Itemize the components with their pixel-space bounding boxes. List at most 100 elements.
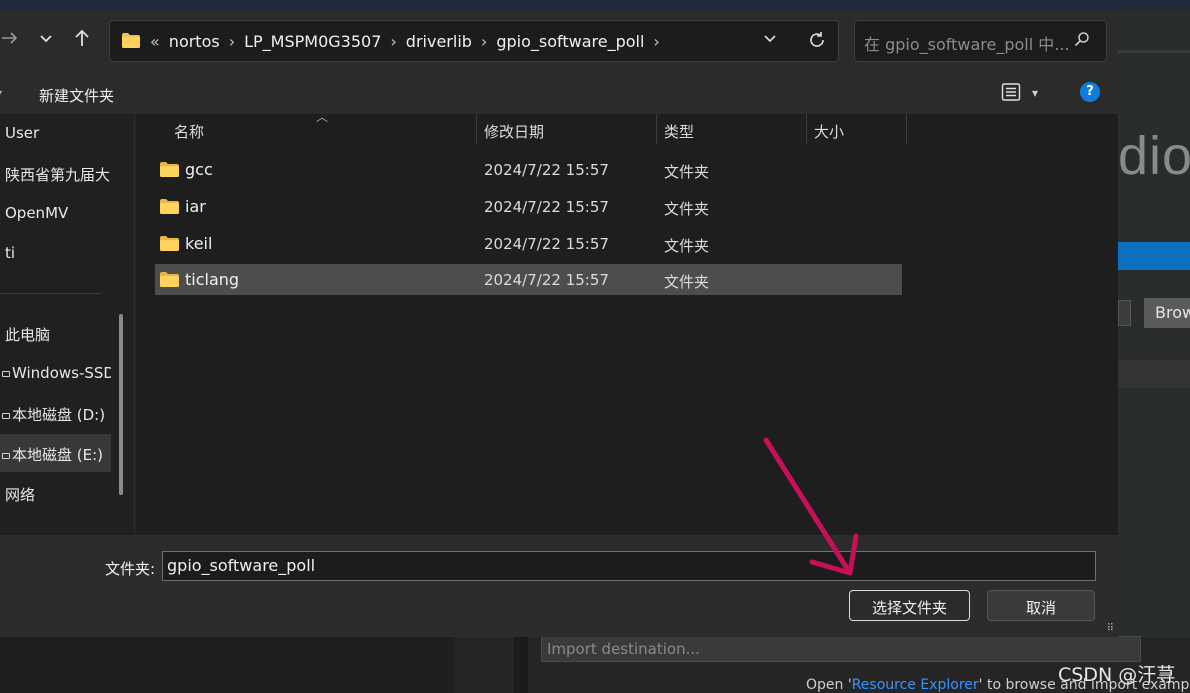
sidebar-item-ti[interactable]: ti: [0, 234, 111, 272]
background-app: [1118, 0, 1190, 693]
pane-divider[interactable]: [134, 114, 135, 535]
column-divider[interactable]: [806, 114, 807, 144]
up-arrow-icon[interactable]: [70, 28, 94, 52]
background-bottom-divider: [452, 637, 454, 693]
organize-dropdown-caret-icon[interactable]: ▾: [0, 86, 2, 100]
navigation-pane: User 陕西省第九届大 OpenMV ti 此电脑 Windows-SSD 本…: [0, 114, 134, 535]
view-dropdown-caret-icon[interactable]: ▾: [1032, 86, 1038, 100]
sidebar-item-folder[interactable]: 陕西省第九届大: [0, 154, 111, 192]
file-modified: 2024/7/22 15:57: [484, 235, 609, 253]
dialog-toolbar: ▾ 新建文件夹 ▾ ?: [0, 74, 1118, 114]
column-header-size[interactable]: 大小: [814, 114, 844, 144]
breadcrumb-item[interactable]: nortos: [162, 32, 227, 51]
sidebar-item-label: 网络: [5, 486, 36, 504]
file-modified: 2024/7/22 15:57: [484, 198, 609, 216]
background-title: dio: [1118, 126, 1190, 186]
select-folder-button[interactable]: 选择文件夹: [849, 590, 970, 621]
breadcrumb: « nortos › LP_MSPM0G3507 › driverlib › g…: [148, 32, 662, 51]
table-row[interactable]: gcc 2024/7/22 15:57 文件夹: [155, 154, 902, 185]
sidebar-item-drive-d[interactable]: 本地磁盘 (D:): [0, 394, 111, 432]
resize-grip-icon[interactable]: ⠿: [1107, 623, 1114, 634]
file-type: 文件夹: [664, 200, 710, 218]
background-input[interactable]: [1118, 300, 1131, 326]
dialog-footer: 文件夹: gpio_software_poll 选择文件夹 取消 ⠿: [0, 535, 1118, 637]
breadcrumb-separator[interactable]: ›: [388, 32, 398, 51]
column-header-modified[interactable]: 修改日期: [484, 114, 544, 144]
file-name: gcc: [185, 160, 213, 179]
background-progress-bar: [1118, 242, 1190, 270]
help-icon[interactable]: ?: [1080, 82, 1100, 102]
file-name: keil: [185, 234, 213, 253]
sidebar-item-label: 本地磁盘 (E:): [12, 446, 104, 464]
file-name: iar: [185, 197, 206, 216]
sort-ascending-icon: ︿: [316, 110, 329, 124]
breadcrumb-item[interactable]: LP_MSPM0G3507: [237, 32, 388, 51]
column-divider[interactable]: [906, 114, 907, 144]
sidebar-item-drive-e[interactable]: 本地磁盘 (E:): [0, 434, 111, 472]
forward-arrow-icon[interactable]: [0, 28, 22, 52]
recent-locations-chevron-icon[interactable]: [34, 28, 58, 52]
sidebar-item-label: Windows-SSD: [12, 364, 111, 382]
address-bar[interactable]: « nortos › LP_MSPM0G3507 › driverlib › g…: [109, 20, 839, 62]
breadcrumb-item[interactable]: driverlib: [399, 32, 479, 51]
background-bottom-mid: [514, 637, 528, 693]
background-bottom-left: [0, 637, 452, 693]
file-modified: 2024/7/22 15:57: [484, 161, 609, 179]
breadcrumb-separator[interactable]: ›: [479, 32, 489, 51]
title-strip: [0, 0, 1118, 10]
table-row[interactable]: iar 2024/7/22 15:57 文件夹: [155, 191, 902, 222]
open-prefix: Open ': [806, 677, 852, 693]
sidebar-item-openmv[interactable]: OpenMV: [0, 194, 111, 232]
breadcrumb-separator[interactable]: ›: [651, 32, 661, 51]
folder-icon: [121, 32, 141, 53]
background-panel: [1118, 360, 1190, 388]
breadcrumb-separator[interactable]: ›: [227, 32, 237, 51]
search-input[interactable]: 在 gpio_software_poll 中...: [854, 20, 1107, 62]
drive-icon: [2, 413, 10, 419]
search-placeholder: 在 gpio_software_poll 中...: [864, 35, 1070, 54]
sidebar-item-label: 本地磁盘 (D:): [12, 406, 106, 424]
column-divider[interactable]: [476, 114, 477, 144]
sidebar-divider: [0, 293, 101, 294]
view-details-icon[interactable]: [1001, 82, 1023, 104]
file-modified: 2024/7/22 15:57: [484, 271, 609, 289]
drive-icon: [2, 453, 10, 459]
folder-icon: [160, 272, 179, 291]
file-name: ticlang: [185, 270, 240, 289]
folder-picker-dialog: « nortos › LP_MSPM0G3507 › driverlib › g…: [0, 0, 1118, 637]
sidebar-item-label: User: [5, 124, 40, 142]
dialog-top-bar: « nortos › LP_MSPM0G3507 › driverlib › g…: [0, 0, 1118, 74]
table-row[interactable]: keil 2024/7/22 15:57 文件夹: [155, 228, 902, 259]
column-divider[interactable]: [656, 114, 657, 144]
breadcrumb-item[interactable]: gpio_software_poll: [489, 32, 651, 51]
sidebar-item-user[interactable]: User: [0, 114, 111, 152]
new-folder-button[interactable]: 新建文件夹: [39, 85, 114, 106]
column-header-name[interactable]: 名称: [174, 114, 204, 144]
sidebar-item-label: 陕西省第九届大: [5, 166, 111, 184]
sidebar-item-this-pc[interactable]: 此电脑: [0, 314, 111, 352]
folder-icon: [160, 199, 179, 218]
resource-explorer-link[interactable]: Resource Explorer: [852, 677, 979, 693]
folder-name-input[interactable]: gpio_software_poll: [162, 551, 1096, 581]
background-top-strip: [1118, 0, 1190, 10]
sidebar-item-windows-ssd[interactable]: Windows-SSD: [0, 354, 111, 392]
table-row[interactable]: ticlang 2024/7/22 15:57 文件夹: [155, 264, 902, 295]
search-icon[interactable]: [1074, 31, 1090, 51]
folder-icon: [160, 162, 179, 181]
folder-field-label: 文件夹:: [105, 560, 156, 578]
drive-icon: [2, 371, 10, 377]
file-list: ︿ 名称 修改日期 类型 大小 gcc 2024/7/22 15:57 文件夹 …: [136, 110, 1118, 535]
import-destination-input[interactable]: Import destination...: [541, 636, 1141, 662]
background-browse-button[interactable]: Brow: [1144, 298, 1190, 328]
cancel-button[interactable]: 取消: [987, 590, 1095, 621]
breadcrumb-overflow[interactable]: «: [148, 32, 162, 51]
watermark: CSDN @汗荨: [1058, 664, 1176, 686]
sidebar-item-label: 此电脑: [5, 326, 51, 344]
refresh-icon[interactable]: [807, 30, 827, 55]
file-type: 文件夹: [664, 163, 710, 181]
address-dropdown-chevron-icon[interactable]: [762, 30, 778, 50]
sidebar-scrollbar[interactable]: [119, 314, 123, 495]
column-header-type[interactable]: 类型: [664, 114, 694, 144]
sidebar-item-network[interactable]: 网络: [0, 474, 111, 512]
file-type: 文件夹: [664, 237, 710, 255]
